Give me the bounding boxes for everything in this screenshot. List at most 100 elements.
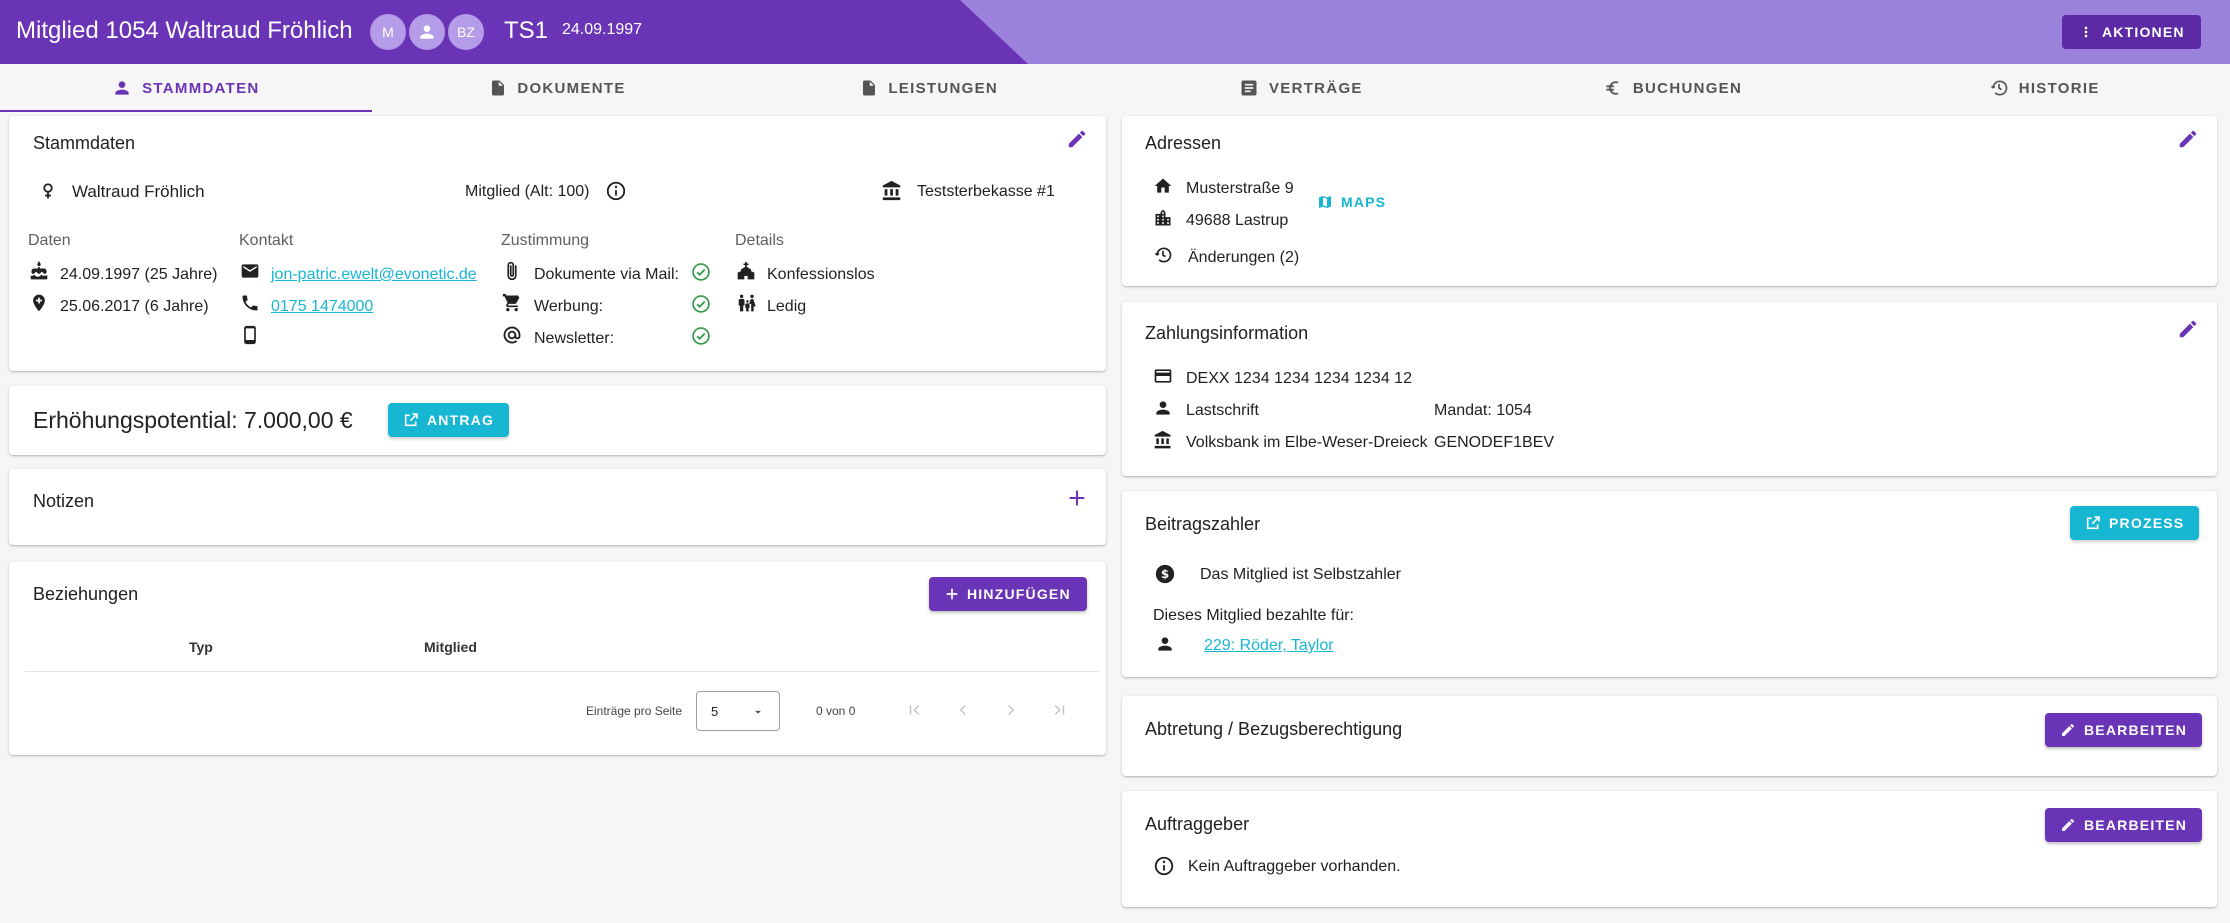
tab-stammdaten[interactable]: STAMMDATEN <box>0 64 372 112</box>
join-date: 25.06.2017 (6 Jahre) <box>60 298 209 315</box>
next-page-icon[interactable] <box>1002 701 1020 719</box>
phone-link[interactable]: 0175 1474000 <box>271 298 373 316</box>
abtretung-bearbeiten-button[interactable]: BEARBEITEN <box>2045 713 2203 747</box>
phone-icon <box>240 293 260 313</box>
auftraggeber-empty-text: Kein Auftraggeber vorhanden. <box>1188 858 1401 875</box>
beitragszahler-card: Beitragszahler PROZESS $ Das Mitglied is… <box>1122 491 2217 677</box>
tab-label: BUCHUNGEN <box>1632 79 1743 97</box>
history-icon <box>1989 78 2009 98</box>
city-text: 49688 Lastrup <box>1186 212 1289 229</box>
marital-status: Ledig <box>767 298 807 315</box>
paid-for-link[interactable]: 229: Röder, Taylor <box>1204 637 1334 655</box>
changes-link[interactable]: Änderungen (2) <box>1188 249 1299 267</box>
consent-newsletter-label: Newsletter: <box>534 330 615 347</box>
prev-page-icon[interactable] <box>954 701 972 719</box>
card-title: Beziehungen <box>33 584 139 604</box>
tab-label: HISTORIE <box>2018 79 2100 97</box>
erhoehung-text: Erhöhungspotential: 7.000,00 € <box>33 407 353 433</box>
hinzufuegen-button[interactable]: HINZUFÜGEN <box>929 577 1087 611</box>
person-icon <box>1153 398 1173 418</box>
attachment-icon <box>502 260 522 282</box>
tab-label: DOKUMENTE <box>517 79 626 97</box>
aktionen-button[interactable]: AKTIONEN <box>2062 15 2201 49</box>
document-icon <box>860 78 878 98</box>
hinzufuegen-label: HINZUFÜGEN <box>967 586 1071 602</box>
edit-icon[interactable] <box>2177 318 2199 340</box>
mandate-text: Mandat: 1054 <box>1434 402 1532 419</box>
info-icon[interactable] <box>605 180 627 202</box>
euro-icon <box>1603 78 1623 98</box>
at-sign-icon <box>502 325 522 345</box>
birth-date: 24.09.1997 (25 Jahre) <box>60 266 218 283</box>
tab-leistungen[interactable]: LEISTUNGEN <box>743 64 1115 112</box>
card-title: Beitragszahler <box>1145 514 1261 534</box>
person-icon <box>112 78 132 98</box>
city-icon <box>1153 208 1173 228</box>
contract-icon <box>1239 78 1259 98</box>
tab-label: STAMMDATEN <box>142 79 260 97</box>
cart-icon <box>502 293 522 313</box>
more-vert-icon <box>2078 24 2094 40</box>
check-circle-icon <box>691 326 711 346</box>
column-header-mitglied[interactable]: Mitglied <box>424 639 477 655</box>
open-in-new-icon <box>2085 515 2101 531</box>
person-icon <box>417 22 437 42</box>
column-header-typ[interactable]: Typ <box>189 639 213 655</box>
tab-label: LEISTUNGEN <box>888 79 999 97</box>
email-link[interactable]: jon-patric.ewelt@evonetic.de <box>271 266 477 284</box>
auftraggeber-bearbeiten-button[interactable]: BEARBEITEN <box>2045 808 2203 842</box>
tab-dokumente[interactable]: DOKUMENTE <box>372 64 744 112</box>
edit-icon <box>2060 722 2076 738</box>
home-icon <box>1153 176 1173 196</box>
membership-text: Mitglied (Alt: 100) <box>465 183 590 200</box>
erhoehung-card: Erhöhungspotential: 7.000,00 € ANTRAG <box>9 386 1106 455</box>
antrag-button[interactable]: ANTRAG <box>388 403 510 437</box>
payment-method: Lastschrift <box>1186 402 1259 419</box>
add-icon[interactable] <box>1066 487 1088 509</box>
beziehungen-card: Beziehungen HINZUFÜGEN Typ Mitglied Eint… <box>9 562 1106 755</box>
open-in-new-icon <box>403 412 419 428</box>
prozess-label: PROZESS <box>2109 515 2185 531</box>
edit-icon[interactable] <box>2177 128 2199 150</box>
avatar-m[interactable]: M <box>370 14 406 50</box>
avatar-bz[interactable]: BZ <box>448 14 484 50</box>
check-circle-icon <box>691 262 711 282</box>
kontakt-header: Kontakt <box>239 232 294 249</box>
tab-vertraege[interactable]: VERTRÄGE <box>1115 64 1487 112</box>
mobile-icon <box>240 325 260 345</box>
prozess-button[interactable]: PROZESS <box>2070 506 2200 540</box>
confession-text: Konfessionslos <box>767 266 875 283</box>
last-page-icon[interactable] <box>1050 701 1068 719</box>
divider <box>25 671 1099 672</box>
avatar-person[interactable] <box>409 14 445 50</box>
tab-buchungen[interactable]: BUCHUNGEN <box>1487 64 1859 112</box>
svg-text:$: $ <box>1161 567 1169 581</box>
antrag-label: ANTRAG <box>427 412 495 428</box>
join-date-icon <box>29 293 49 313</box>
page-size-label: Einträge pro Seite <box>586 704 683 718</box>
member-code: TS1 <box>504 17 549 44</box>
maps-button[interactable]: MAPS <box>1317 194 1386 210</box>
bank-icon <box>1153 430 1173 450</box>
edit-icon[interactable] <box>1066 128 1088 150</box>
auftraggeber-card: Auftraggeber BEARBEITEN Kein Auftraggebe… <box>1122 791 2217 907</box>
maps-label: MAPS <box>1341 194 1387 210</box>
cake-icon <box>29 261 49 281</box>
tab-historie[interactable]: HISTORIE <box>1858 64 2230 112</box>
zustimmung-header: Zustimmung <box>501 232 590 249</box>
page-size-value: 5 <box>711 704 719 719</box>
info-icon <box>1153 855 1175 877</box>
card-title: Notizen <box>33 491 95 511</box>
card-title: Abtretung / Bezugsberechtigung <box>1145 719 1403 739</box>
consent-mail-label: Dokumente via Mail: <box>534 266 679 283</box>
page-size-select[interactable]: 5 <box>696 691 780 731</box>
person-icon <box>1155 634 1175 654</box>
first-page-icon[interactable] <box>906 701 924 719</box>
app-header: Mitglied 1054 Waltraud Fröhlich M BZ TS1… <box>0 0 2230 64</box>
bearbeiten-label: BEARBEITEN <box>2084 722 2188 738</box>
details-header: Details <box>735 232 784 249</box>
tab-bar: STAMMDATEN DOKUMENTE LEISTUNGEN VERTRÄGE… <box>0 64 2230 112</box>
stammdaten-card: Stammdaten Waltraud Fröhlich Mitglied (A… <box>9 116 1106 371</box>
iban-text: DEXX 1234 1234 1234 1234 12 <box>1186 370 1412 387</box>
bank-name: Volksbank im Elbe-Weser-Dreieck <box>1186 434 1428 451</box>
